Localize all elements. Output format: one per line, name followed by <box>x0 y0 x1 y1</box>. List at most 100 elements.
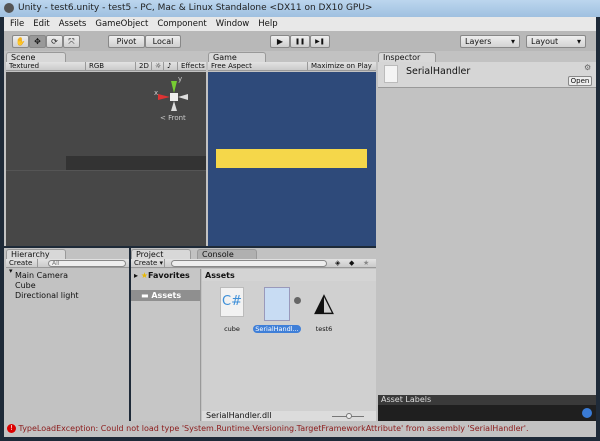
asset-name: cube <box>224 325 240 333</box>
channel-label: RGB <box>89 62 105 70</box>
list-item[interactable]: Cube <box>6 281 129 291</box>
list-item[interactable]: Directional light <box>6 291 129 301</box>
step-button[interactable]: ▶❚ <box>310 35 330 48</box>
tab-scene[interactable]: Scene <box>6 52 66 62</box>
aspect-label: Free Aspect <box>211 62 252 70</box>
local-button[interactable]: Local <box>145 35 181 48</box>
open-button[interactable]: Open <box>568 76 592 86</box>
tab-inspector[interactable]: Inspector <box>378 52 436 62</box>
scene-gizmo[interactable]: y x < Front <box>154 75 194 125</box>
asset-item-cube[interactable]: C# cube <box>212 287 252 333</box>
window-title-bar: Unity - test6.unity - test5 - PC, Mac & … <box>0 0 600 17</box>
asset-item-test6[interactable]: ◭ test6 <box>304 287 344 333</box>
2d-label: 2D <box>139 62 149 70</box>
scale-tool-icon[interactable]: ⤧ <box>63 35 80 48</box>
play-icon: ▶ <box>276 37 284 46</box>
layout-dropdown[interactable]: Layout ▾ <box>526 35 586 48</box>
maximize-label: Maximize on Play <box>311 62 372 70</box>
audio-toggle-icon[interactable]: ♪ <box>164 62 178 71</box>
shading-label: Textured <box>9 62 40 70</box>
gizmo-y-label: y <box>178 75 183 83</box>
project-folder-tree: ▸ ★Favorites ▬ Assets <box>131 269 201 421</box>
scene-view[interactable]: y x < Front <box>6 72 206 246</box>
tab-project[interactable]: Project <box>131 249 191 259</box>
asset-name: test6 <box>315 325 333 333</box>
csharp-script-icon: C# <box>220 287 244 317</box>
filter-type-icon[interactable]: ◈ <box>335 259 340 267</box>
create-label: Create <box>134 259 158 267</box>
hierarchy-create-button[interactable]: Create ▾ <box>6 259 38 275</box>
effects-label: Effects <box>181 62 205 70</box>
project-tab-label: Project <box>136 250 164 259</box>
file-icon <box>384 65 398 83</box>
channel-dropdown[interactable]: RGB <box>86 62 136 71</box>
project-search-input[interactable] <box>171 260 327 267</box>
menu-assets[interactable]: Assets <box>59 19 87 29</box>
main-toolbar: ✋ ✥ ⟳ ⤧ Pivot Local ▶ ❚❚ ▶❚ Layers ▾ Layo… <box>4 31 596 51</box>
tab-game[interactable]: Game <box>208 52 266 62</box>
menu-component[interactable]: Component <box>157 19 206 29</box>
project-panel: Project Console Create ▾ ◈ ◆ ★ ▸ ★Favori… <box>131 248 376 421</box>
console-tab-label: Console <box>202 250 234 259</box>
selected-asset-path: SerialHandler.dll <box>206 411 272 420</box>
dll-file-icon <box>264 287 290 321</box>
game-tab-label: Game <box>213 53 237 62</box>
expand-icon[interactable] <box>294 297 301 304</box>
local-label: Local <box>152 37 174 46</box>
layout-label: Layout <box>531 37 559 46</box>
scene-panel: Scene Textured RGB 2D ☼ ♪ Effects y x < … <box>4 51 206 246</box>
menu-file[interactable]: File <box>10 19 24 29</box>
asset-grid: C# cube SerialHandl... ◭ test6 <box>202 281 376 411</box>
play-button[interactable]: ▶ <box>270 35 290 48</box>
hierarchy-list: Main Camera Cube Directional light <box>6 271 129 301</box>
aspect-dropdown[interactable]: Free Aspect <box>208 62 308 71</box>
asset-labels-header: Asset Labels <box>378 395 596 405</box>
error-icon: ! <box>7 424 16 433</box>
hierarchy-toolbar: Create ▾ All <box>6 259 129 275</box>
step-icon: ▶❚ <box>315 38 325 45</box>
list-item[interactable]: Main Camera <box>6 271 129 281</box>
pivot-button[interactable]: Pivot <box>108 35 145 48</box>
shading-dropdown[interactable]: Textured <box>6 62 86 71</box>
menu-help[interactable]: Help <box>258 19 277 29</box>
pause-button[interactable]: ❚❚ <box>290 35 310 48</box>
2d-toggle[interactable]: 2D <box>136 62 152 71</box>
inspector-object-name: SerialHandler <box>406 66 471 77</box>
filter-label-icon[interactable]: ◆ <box>349 259 354 267</box>
search-placeholder: All <box>52 260 60 267</box>
favorite-star-icon[interactable]: ★ <box>363 259 369 267</box>
lighting-toggle-icon[interactable]: ☼ <box>152 62 164 71</box>
slider-thumb[interactable] <box>346 413 352 419</box>
status-bar[interactable]: ! TypeLoadException: Could not load type… <box>4 421 596 437</box>
scene-horizon <box>66 156 206 170</box>
effects-dropdown[interactable]: Effects <box>178 62 206 71</box>
hierarchy-tab-label: Hierarchy <box>11 250 50 259</box>
yellow-bar <box>216 149 367 168</box>
tab-hierarchy[interactable]: Hierarchy <box>6 249 66 259</box>
maximize-on-play-toggle[interactable]: Maximize on Play <box>308 62 376 71</box>
scene-toolbar: Textured RGB 2D ☼ ♪ Effects <box>6 62 206 71</box>
favorites-item[interactable]: ▸ ★Favorites <box>131 269 200 282</box>
open-label: Open <box>570 77 590 85</box>
menu-gameobject[interactable]: GameObject <box>95 19 148 29</box>
menu-window[interactable]: Window <box>216 19 250 29</box>
gear-icon[interactable]: ⚙ <box>584 63 591 72</box>
pivot-label: Pivot <box>116 37 137 46</box>
assets-folder-item[interactable]: ▬ Assets <box>131 290 200 301</box>
hierarchy-search-input[interactable]: All <box>48 260 126 267</box>
project-create-button[interactable]: Create ▾ <box>131 259 165 268</box>
rotate-tool-icon[interactable]: ⟳ <box>46 35 63 48</box>
project-footer: SerialHandler.dll <box>202 411 376 421</box>
inspector-tab-label: Inspector <box>383 53 421 62</box>
menu-bar: File Edit Assets GameObject Component Wi… <box>4 17 596 31</box>
hand-tool-icon[interactable]: ✋ <box>12 35 29 48</box>
status-message: TypeLoadException: Could not load type '… <box>18 424 529 433</box>
asset-item-serialhandler[interactable]: SerialHandl... <box>253 287 301 333</box>
menu-edit[interactable]: Edit <box>33 19 49 29</box>
game-panel: Game Free Aspect Maximize on Play <box>206 51 376 246</box>
layers-dropdown[interactable]: Layers ▾ <box>460 35 520 48</box>
move-tool-icon[interactable]: ✥ <box>29 35 46 48</box>
unity-logo-icon <box>4 3 14 13</box>
tab-console[interactable]: Console <box>197 249 257 259</box>
label-tag-icon[interactable] <box>582 408 592 418</box>
